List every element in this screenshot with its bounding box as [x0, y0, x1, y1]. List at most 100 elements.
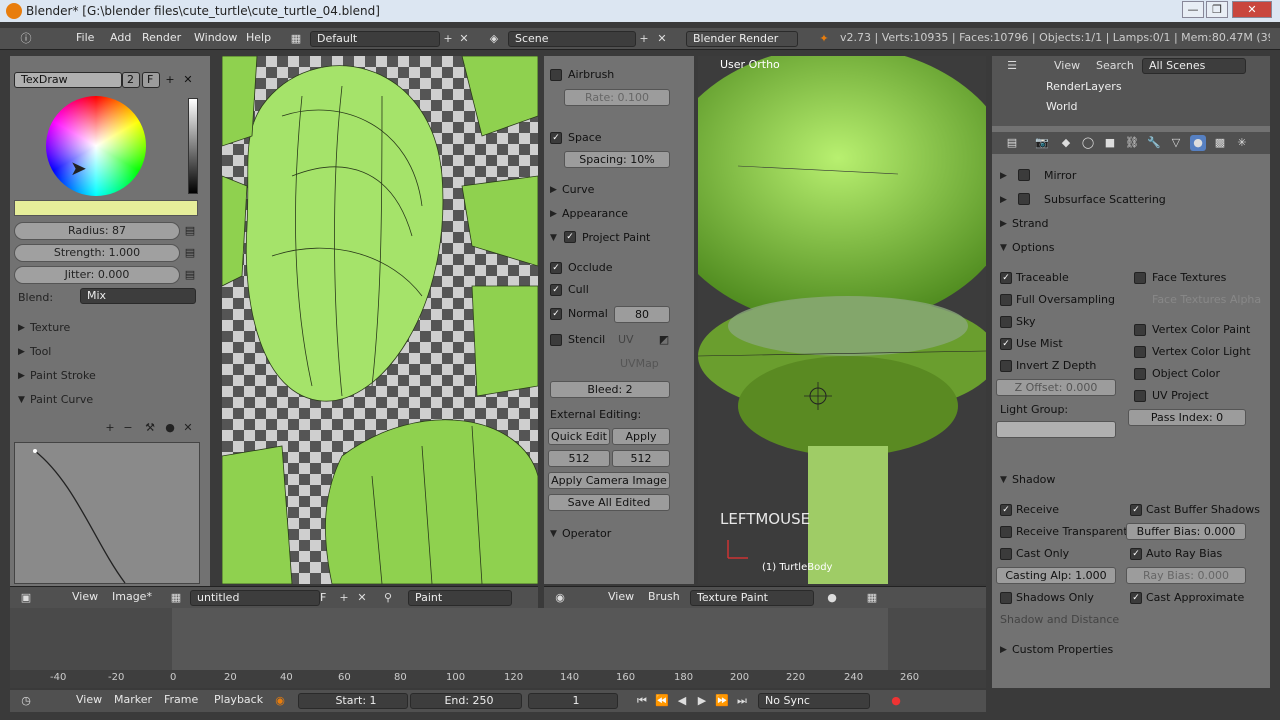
- end-frame-field[interactable]: End: 250: [410, 693, 522, 709]
- normal-angle-field[interactable]: 80: [614, 306, 670, 323]
- play-icon[interactable]: ▶: [694, 693, 710, 709]
- radius-slider[interactable]: Radius: 87: [14, 222, 180, 240]
- strand-section-icon[interactable]: ▶: [1000, 219, 1007, 229]
- menu-render[interactable]: Render: [142, 31, 181, 44]
- vertex-color-light-checkbox[interactable]: [1134, 346, 1146, 358]
- timeline-marker-menu[interactable]: Marker: [114, 693, 152, 706]
- timeline-editor[interactable]: -40 -20 0 20 40 60 80 100 120 140 160 18…: [10, 608, 986, 688]
- sss-checkbox[interactable]: [1018, 193, 1030, 205]
- apply-camera-image-button[interactable]: Apply Camera Image: [548, 472, 670, 489]
- quick-edit-button[interactable]: Quick Edit: [548, 428, 610, 445]
- curve-expand-icon[interactable]: ▼: [18, 395, 25, 405]
- sss-section-icon[interactable]: ▶: [1000, 195, 1007, 205]
- vertex-color-paint-checkbox[interactable]: [1134, 324, 1146, 336]
- color-wheel[interactable]: [46, 96, 146, 196]
- maximize-button[interactable]: ❐: [1206, 1, 1228, 18]
- receive-transparent-checkbox[interactable]: [1000, 526, 1012, 538]
- outliner-render-layers[interactable]: RenderLayers: [1046, 80, 1122, 93]
- jitter-slider[interactable]: Jitter: 0.000: [14, 266, 180, 284]
- auto-ray-bias-checkbox[interactable]: ✓: [1130, 548, 1142, 560]
- add-scene-icon[interactable]: +: [636, 31, 652, 47]
- airbrush-checkbox[interactable]: [550, 69, 562, 81]
- section-tool[interactable]: Tool: [30, 345, 51, 358]
- new-image-icon[interactable]: +: [336, 590, 352, 606]
- radius-pressure-icon[interactable]: ▤: [182, 223, 198, 239]
- jump-end-icon[interactable]: ⏭: [734, 693, 750, 709]
- cast-approximate-checkbox[interactable]: ✓: [1130, 592, 1142, 604]
- curve-dot-icon[interactable]: ●: [162, 420, 178, 436]
- apply-button[interactable]: Apply: [612, 428, 670, 445]
- cast-buffer-checkbox[interactable]: ✓: [1130, 504, 1142, 516]
- shadow-section-icon[interactable]: ▼: [1000, 475, 1007, 485]
- sync-mode-select[interactable]: No Sync: [758, 693, 870, 709]
- custom-props-section-icon[interactable]: ▶: [1000, 645, 1007, 655]
- jump-start-icon[interactable]: ⏮: [634, 693, 650, 709]
- cull-checkbox[interactable]: ✓: [550, 284, 562, 296]
- brush-users[interactable]: 2: [122, 72, 140, 88]
- outliner-editor-icon[interactable]: ☰: [1004, 58, 1020, 74]
- mirror-checkbox[interactable]: [1018, 169, 1030, 181]
- particles-tab-icon[interactable]: ✳: [1234, 135, 1250, 151]
- viewport-shading-icon[interactable]: ●: [824, 590, 840, 606]
- image-view-menu[interactable]: View: [72, 590, 98, 603]
- image-mode-select[interactable]: Paint: [408, 590, 512, 606]
- object-tab-icon[interactable]: ■: [1102, 135, 1118, 151]
- spacing-slider[interactable]: Spacing: 10%: [564, 151, 670, 168]
- face-textures-checkbox[interactable]: [1134, 272, 1146, 284]
- casting-alpha-field[interactable]: Casting Alp: 1.000: [996, 567, 1116, 584]
- 3d-viewport[interactable]: User Ortho LEFTMOUSE (1) TurtleBody: [698, 56, 986, 584]
- section-paint-stroke[interactable]: Paint Stroke: [30, 369, 96, 382]
- pass-index-field[interactable]: Pass Index: 0: [1128, 409, 1246, 426]
- occlude-checkbox[interactable]: ✓: [550, 262, 562, 274]
- curve-add-point-icon[interactable]: +: [102, 420, 118, 436]
- value-slider[interactable]: [188, 98, 198, 194]
- play-reverse-icon[interactable]: ◀: [674, 693, 690, 709]
- remove-brush-icon[interactable]: ✕: [180, 72, 196, 88]
- next-key-icon[interactable]: ⏩: [714, 693, 730, 709]
- image-name-field[interactable]: untitled: [190, 590, 320, 606]
- new-brush-icon[interactable]: +: [162, 72, 178, 88]
- constraints-tab-icon[interactable]: ⛓: [1124, 135, 1140, 151]
- scene-tab-icon[interactable]: ◆: [1058, 135, 1074, 151]
- uvmap-field[interactable]: UVMap: [620, 357, 659, 370]
- curve-wrench-icon[interactable]: ⚒: [142, 420, 158, 436]
- timeline-playback-menu[interactable]: Playback: [214, 693, 263, 706]
- project-paint-section-icon[interactable]: ▼: [550, 233, 557, 243]
- object-color-checkbox[interactable]: [1134, 368, 1146, 380]
- timeline-frame-menu[interactable]: Frame: [164, 693, 198, 706]
- section-curve[interactable]: Curve: [562, 183, 594, 196]
- buffer-bias-field[interactable]: Buffer Bias: 0.000: [1126, 523, 1246, 540]
- outliner-view-menu[interactable]: View: [1054, 59, 1080, 72]
- record-icon[interactable]: ◉: [272, 693, 288, 709]
- remove-layout-icon[interactable]: ✕: [456, 31, 472, 47]
- image-menu[interactable]: Image*: [112, 590, 152, 603]
- add-layout-icon[interactable]: +: [440, 31, 456, 47]
- unlink-image-icon[interactable]: ✕: [354, 590, 370, 606]
- falloff-curve-editor[interactable]: [14, 442, 200, 584]
- timeline-editor-icon[interactable]: ◷: [18, 693, 34, 709]
- 3d-view-menu[interactable]: View: [608, 590, 634, 603]
- z-offset-field[interactable]: Z Offset: 0.000: [996, 379, 1116, 396]
- curve-section-icon[interactable]: ▶: [550, 185, 557, 195]
- curve-remove-point-icon[interactable]: −: [120, 420, 136, 436]
- image-editor-type-icon[interactable]: ▣: [18, 590, 34, 606]
- scene-icon[interactable]: ◈: [486, 31, 502, 47]
- material-tab-icon[interactable]: ●: [1190, 135, 1206, 151]
- normal-checkbox[interactable]: ✓: [550, 308, 562, 320]
- save-all-edited-button[interactable]: Save All Edited: [548, 494, 670, 511]
- light-group-field[interactable]: [996, 421, 1116, 438]
- section-texture[interactable]: Texture: [30, 321, 70, 334]
- menu-file[interactable]: File: [76, 31, 94, 44]
- image-browse-icon[interactable]: ▦: [168, 590, 184, 606]
- 3d-brush-menu[interactable]: Brush: [648, 590, 680, 603]
- mirror-section-icon[interactable]: ▶: [1000, 171, 1007, 181]
- world-tab-icon[interactable]: ◯: [1080, 135, 1096, 151]
- section-project-paint[interactable]: Project Paint: [582, 231, 650, 244]
- remove-scene-icon[interactable]: ✕: [654, 31, 670, 47]
- data-tab-icon[interactable]: ▽: [1168, 135, 1184, 151]
- project-paint-checkbox[interactable]: ✓: [564, 231, 576, 243]
- section-subsurface[interactable]: Subsurface Scattering: [1044, 193, 1166, 206]
- fake-user-toggle[interactable]: F: [142, 72, 160, 88]
- brush-name-field[interactable]: TexDraw: [14, 72, 122, 88]
- close-button[interactable]: ✕: [1232, 1, 1272, 18]
